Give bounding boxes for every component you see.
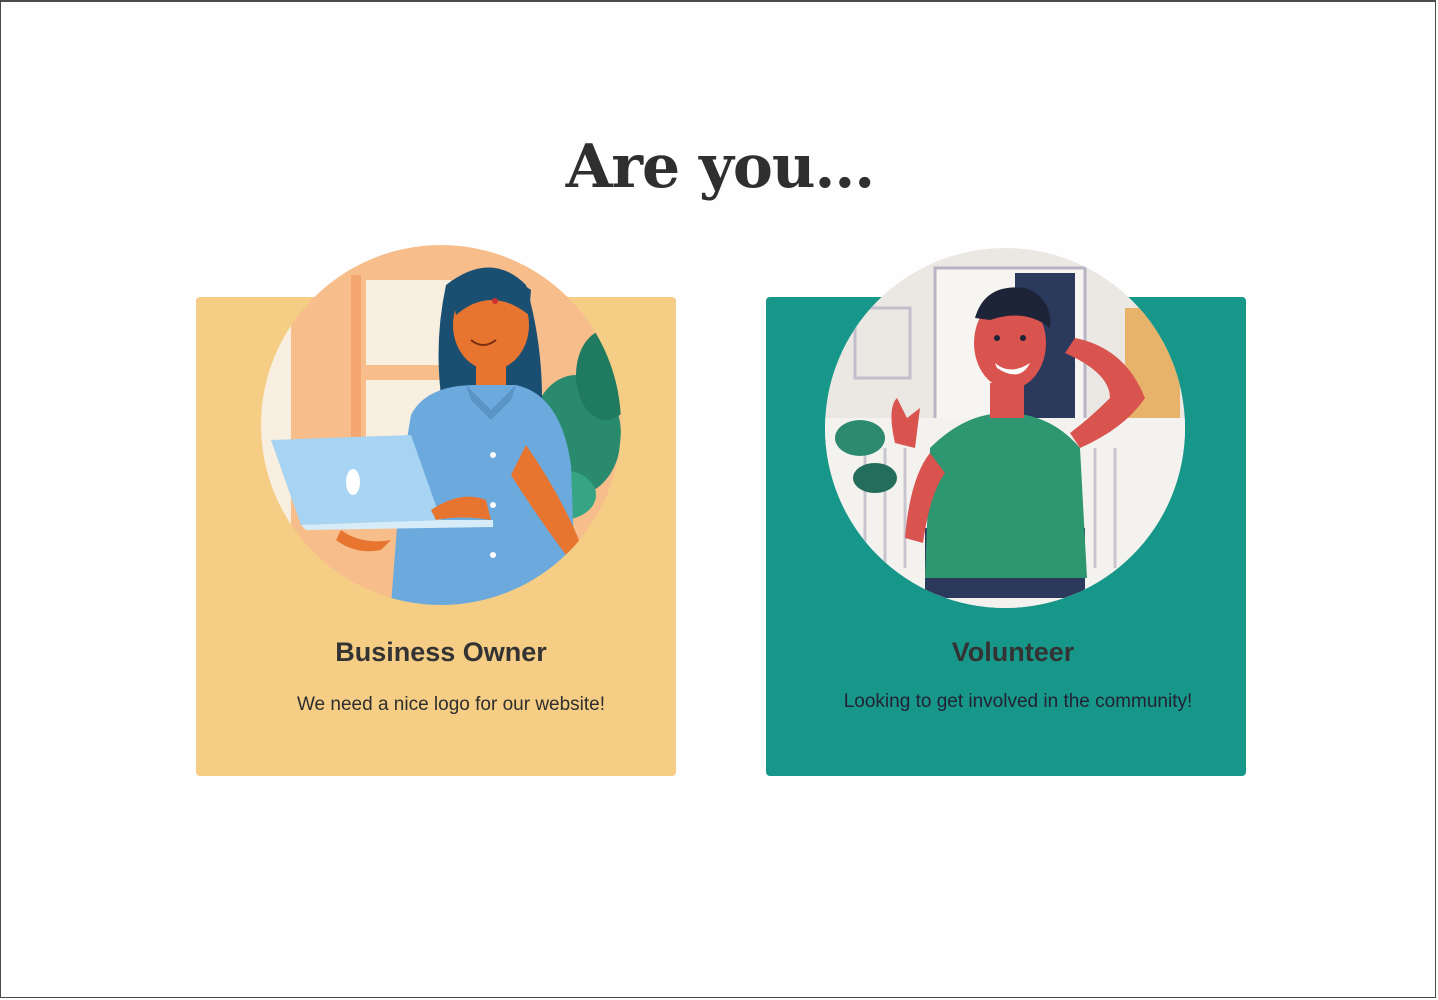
business-owner-card[interactable]: Business Owner We need a nice logo for o… <box>196 245 676 776</box>
card-description: We need a nice logo for our website! <box>296 694 606 715</box>
page-frame: Are you... Business Owner We need a nice… <box>0 0 1436 998</box>
volunteer-card[interactable]: Volunteer Looking to get involved in the… <box>766 248 1246 776</box>
woman-with-laptop-illustration <box>261 245 621 605</box>
man-in-wheelchair-illustration <box>825 248 1185 608</box>
page-title: Are you... <box>565 132 875 202</box>
card-description: Looking to get involved in the community… <box>843 691 1193 712</box>
card-title: Volunteer <box>951 637 1075 667</box>
card-title: Business Owner <box>335 637 547 667</box>
